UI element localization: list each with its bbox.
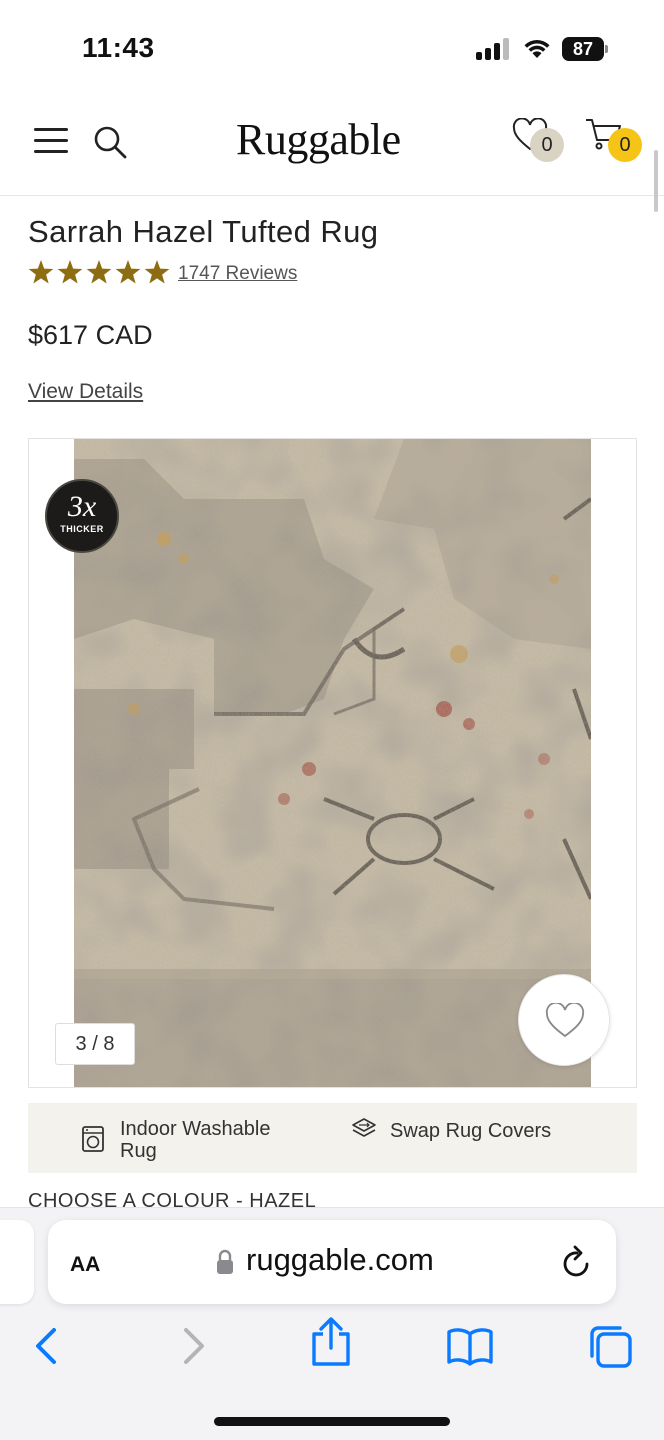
- site-header: Ruggable 0 0: [0, 96, 664, 196]
- url-text: ruggable.com: [246, 1242, 434, 1277]
- washing-machine-icon: [82, 1126, 104, 1152]
- feature-swap: Swap Rug Covers: [350, 1103, 610, 1173]
- product-price: $617 CAD: [28, 320, 153, 350]
- reviews-link[interactable]: 1747 Reviews: [178, 263, 297, 285]
- cart-count-badge: 0: [608, 128, 642, 162]
- previous-tab-card[interactable]: [0, 1220, 34, 1304]
- reader-aa-label: AA: [70, 1253, 101, 1276]
- reload-icon[interactable]: [560, 1244, 594, 1280]
- product-title: Sarrah Hazel Tufted Rug: [28, 214, 379, 249]
- cart-button[interactable]: 0: [584, 116, 644, 164]
- address-bar[interactable]: AA ruggable.com: [48, 1220, 616, 1304]
- star-icon: [144, 260, 170, 284]
- product-image-carousel[interactable]: 3x THICKER 3 / 8: [28, 438, 637, 1088]
- 3x-thicker-badge: 3x THICKER: [45, 479, 119, 553]
- heart-outline-icon: [545, 1003, 585, 1038]
- wishlist-count-badge: 0: [530, 128, 564, 162]
- lock-icon: [217, 1249, 233, 1274]
- share-icon[interactable]: [308, 1316, 354, 1368]
- star-icon: [86, 260, 112, 284]
- bookmarks-icon[interactable]: [446, 1324, 494, 1368]
- browser-toolbar: AA ruggable.com: [0, 1207, 664, 1440]
- feature-swap-label: Swap Rug Covers: [390, 1120, 552, 1142]
- signal-icon: [476, 38, 510, 60]
- battery-icon: 87: [562, 37, 608, 61]
- rug-product-image[interactable]: [74, 439, 591, 1088]
- favorite-button[interactable]: [518, 974, 610, 1066]
- logo[interactable]: Ruggable: [236, 114, 401, 165]
- star-icon: [115, 260, 141, 284]
- search-icon[interactable]: [92, 124, 128, 160]
- status-time: 11:43: [82, 32, 155, 63]
- forward-icon[interactable]: [170, 1324, 214, 1368]
- wifi-icon: [524, 39, 550, 58]
- star-icon: [57, 260, 83, 284]
- status-bar: 11:43 87: [0, 0, 664, 96]
- battery-level: 87: [562, 37, 604, 61]
- home-indicator[interactable]: [214, 1417, 450, 1426]
- star-rating: [28, 260, 170, 284]
- feature-washable-label: Indoor Washable Rug: [120, 1118, 271, 1162]
- back-icon[interactable]: [26, 1324, 70, 1368]
- badge-3x-text: 3x: [67, 490, 97, 523]
- layers-swap-icon: [352, 1118, 376, 1137]
- badge-thicker-text: THICKER: [60, 524, 104, 534]
- reader-aa-button[interactable]: AA: [70, 1246, 100, 1278]
- menu-icon[interactable]: [34, 126, 68, 154]
- scrollbar[interactable]: [654, 150, 658, 212]
- wishlist-button[interactable]: 0: [512, 118, 568, 164]
- feature-strip: Indoor Washable Rug Swap Rug Covers: [28, 1103, 637, 1173]
- star-icon: [28, 260, 54, 284]
- slide-counter: 3 / 8: [55, 1023, 135, 1065]
- feature-washable: Indoor Washable Rug: [80, 1103, 300, 1173]
- view-details-link[interactable]: View Details: [28, 380, 143, 404]
- tabs-icon[interactable]: [586, 1324, 634, 1368]
